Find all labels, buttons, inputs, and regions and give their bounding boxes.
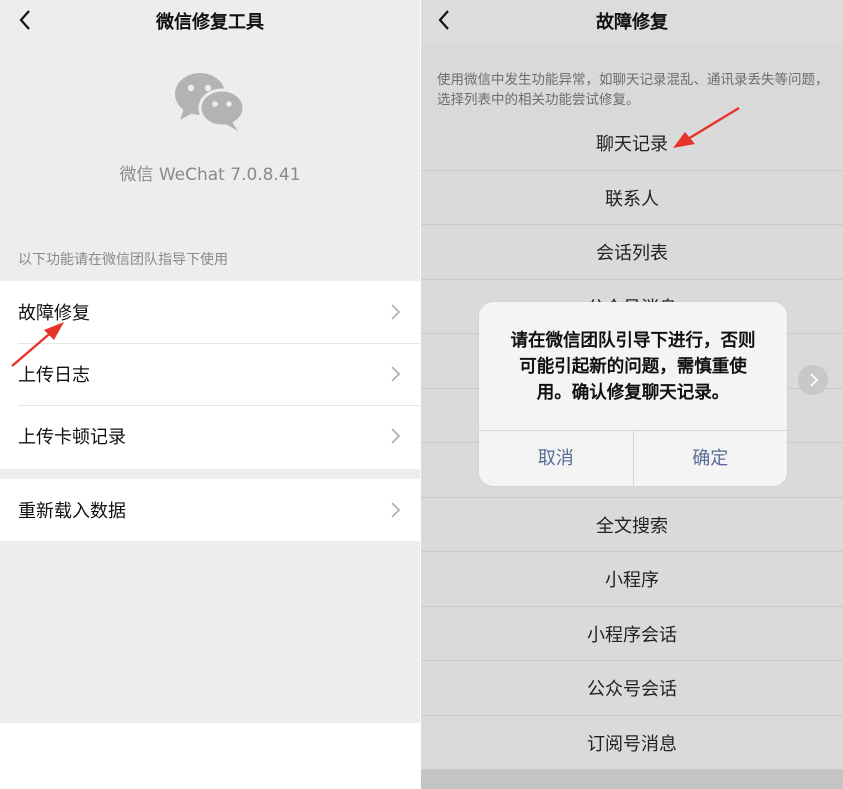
cancel-button[interactable]: 取消: [479, 431, 633, 486]
list-item-label: 订阅号消息: [587, 733, 677, 755]
list-item-full-text-search[interactable]: 全文搜索: [421, 497, 843, 552]
chevron-right-icon: [391, 366, 401, 382]
dialog-message: 请在微信团队引导下进行，否则可能引起新的问题，需慎重使用。确认修复聊天记录。: [510, 331, 756, 403]
nav-bar: 故障修复: [421, 0, 843, 44]
menu-item-label: 上传日志: [18, 365, 90, 386]
list-item-subscription-messages[interactable]: 订阅号消息: [421, 715, 843, 770]
confirm-button[interactable]: 确定: [632, 431, 788, 486]
nav-bar: 微信修复工具: [0, 0, 420, 44]
tools-group: 故障修复 上传日志 上传卡顿记录: [0, 281, 420, 469]
dialog-button-bar: 取消 确定: [479, 430, 787, 486]
list-item-contacts[interactable]: 联系人: [421, 170, 843, 225]
list-item-label: 小程序: [605, 570, 659, 591]
list-item-label: 聊天记录: [596, 134, 668, 155]
side-scroll-button[interactable]: [798, 365, 828, 395]
reload-group: 重新载入数据: [0, 479, 420, 541]
list-item-label: 小程序会话: [587, 624, 677, 646]
menu-item-fault-repair[interactable]: 故障修复: [0, 281, 420, 343]
repair-description: 使用微信中发生功能异常，如聊天记录混乱、通讯录丢失等问题，选择列表中的相关功能尝…: [437, 72, 829, 108]
list-item-label: 联系人: [605, 188, 659, 210]
app-version: 微信 WeChat 7.0.8.41: [119, 165, 301, 185]
page-title: 故障修复: [596, 12, 668, 33]
list-item-label: 全文搜索: [596, 515, 668, 537]
bottom-area: [0, 723, 420, 789]
section-hint: 以下功能请在微信团队指导下使用: [18, 252, 228, 268]
confirm-dialog: 请在微信团队引导下进行，否则可能引起新的问题，需慎重使用。确认修复聊天记录。 取…: [479, 302, 787, 486]
list-item-mini-program[interactable]: 小程序: [421, 552, 843, 607]
list-item-official-account-conversation[interactable]: 公众号会话: [421, 661, 843, 716]
menu-item-upload-log[interactable]: 上传日志: [0, 343, 420, 405]
chevron-right-icon: [391, 304, 401, 320]
menu-item-reload-data[interactable]: 重新载入数据: [0, 479, 420, 541]
menu-item-label: 故障修复: [18, 303, 90, 324]
list-item-conversation-list[interactable]: 会话列表: [421, 225, 843, 280]
chevron-right-icon: [391, 502, 401, 518]
menu-item-label: 上传卡顿记录: [18, 427, 126, 448]
bottom-bar: [421, 770, 843, 789]
chevron-right-icon: [810, 373, 819, 387]
repair-tool-screen: 微信修复工具 微信 WeChat 7.0.8.41 以下功能请在微信团队指导下使…: [0, 0, 420, 789]
list-item-label: 会话列表: [596, 243, 668, 264]
menu-item-upload-lag-record[interactable]: 上传卡顿记录: [0, 405, 420, 467]
list-item-mini-program-conversation[interactable]: 小程序会话: [421, 606, 843, 661]
list-item-chat-history[interactable]: 聊天记录: [421, 116, 843, 171]
menu-item-label: 重新载入数据: [18, 501, 126, 522]
page-title: 微信修复工具: [156, 12, 264, 33]
chevron-right-icon: [391, 428, 401, 444]
list-item-label: 公众号会话: [587, 679, 677, 700]
wechat-logo-icon: [175, 73, 246, 131]
